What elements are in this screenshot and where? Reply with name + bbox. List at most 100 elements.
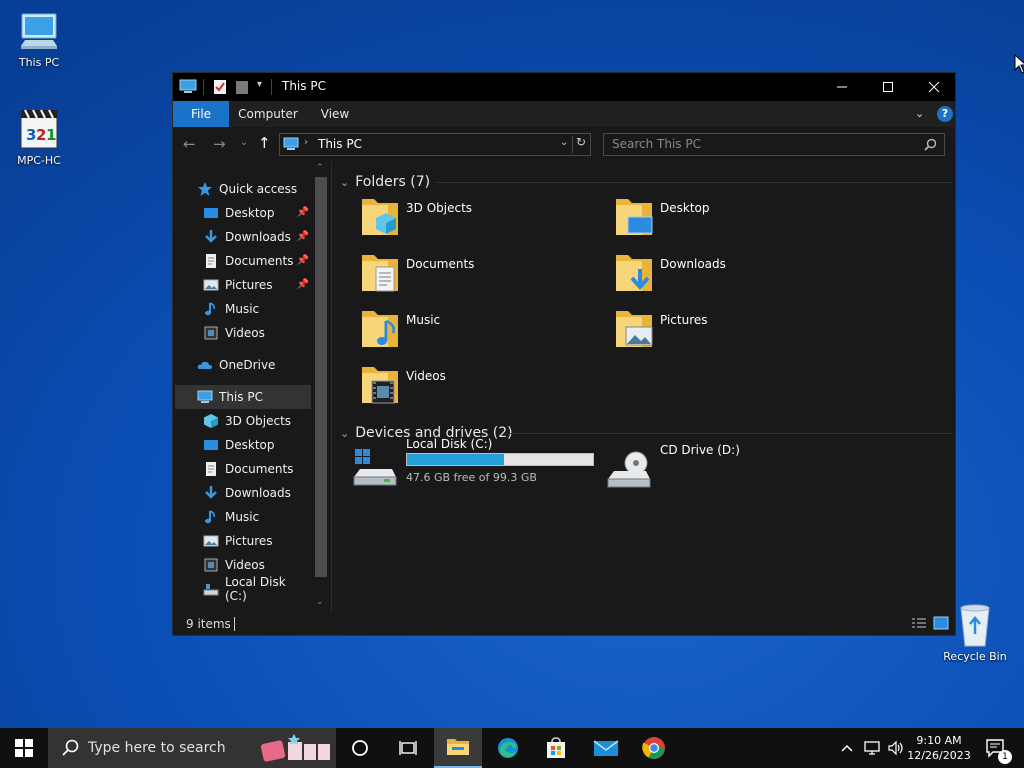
folders-group-header[interactable]: ⌄ Folders (7) [340, 171, 952, 193]
address-dropdown-icon[interactable]: ⌄ [560, 137, 568, 148]
nav-item-pictures-pc[interactable]: Pictures [203, 529, 311, 553]
nav-item-music[interactable]: Music [203, 297, 311, 321]
forward-button[interactable]: → [213, 135, 226, 153]
documents-icon [203, 253, 219, 269]
taskbar-mail[interactable] [582, 728, 630, 768]
drive-free-space: 47.6 GB free of 99.3 GB [406, 471, 537, 484]
folder-videos-icon [358, 363, 402, 407]
nav-item-videos[interactable]: Videos [203, 321, 311, 345]
back-button[interactable]: ← [183, 135, 196, 153]
nav-item-music-pc[interactable]: Music [203, 505, 311, 529]
tab-file[interactable]: File [173, 101, 229, 127]
drive-cd-d[interactable]: CD Drive (D:) [606, 443, 856, 499]
network-icon [864, 741, 880, 755]
breadcrumb-separator-icon: › [304, 137, 308, 148]
desktop-icon-mpc-hc[interactable]: 321 MPC-HC [2, 106, 76, 167]
nav-label: Videos [225, 558, 265, 572]
nav-item-documents[interactable]: Documents 📌 [203, 249, 311, 273]
music-icon [203, 301, 219, 317]
mouse-cursor [1014, 53, 1024, 77]
folder-name: 3D Objects [406, 201, 473, 215]
properties-icon[interactable] [213, 79, 227, 95]
drive-name: Local Disk (C:) [406, 437, 493, 451]
desktop-icon-this-pc[interactable]: This PC [2, 10, 76, 69]
folder-name: Videos [406, 369, 446, 383]
customize-quick-access-icon[interactable]: ▾ [257, 79, 262, 90]
drive-local-disk-c[interactable]: Local Disk (C:) 47.6 GB free of 99.3 GB [352, 437, 602, 499]
nav-item-desktop[interactable]: Desktop 📌 [203, 201, 311, 225]
help-icon[interactable]: ? [937, 106, 953, 122]
nav-item-desktop-pc[interactable]: Desktop [203, 433, 311, 457]
recent-locations-button[interactable]: ⌄ [240, 137, 248, 148]
large-icons-view-icon[interactable] [933, 616, 949, 630]
volume-button[interactable] [884, 728, 908, 768]
taskbar-store[interactable] [532, 728, 580, 768]
close-button[interactable] [911, 73, 957, 101]
folder-pictures[interactable]: Pictures [612, 307, 862, 359]
pin-icon: 📌 [296, 255, 309, 266]
nav-label: Quick access [219, 182, 298, 196]
scroll-up-icon[interactable]: ⌃ [316, 163, 324, 173]
start-button[interactable] [0, 728, 48, 768]
folder-3d-objects[interactable]: 3D Objects [358, 195, 608, 247]
store-icon [547, 737, 565, 758]
mail-icon [593, 740, 619, 756]
nav-scrollbar[interactable]: ⌃ ⌄ [312, 161, 330, 613]
show-hidden-icons-button[interactable] [836, 728, 858, 768]
folder-downloads-icon [612, 251, 656, 295]
folder-music[interactable]: Music [358, 307, 608, 359]
desktop-icon-label: This PC [18, 56, 60, 69]
address-bar[interactable]: › This PC ⌄ ↻ [279, 133, 591, 156]
action-center-button[interactable]: 1 [976, 728, 1016, 768]
item-count: 9 items [186, 617, 231, 631]
breadcrumb[interactable]: This PC [318, 137, 362, 151]
up-button[interactable]: ↑ [258, 134, 271, 152]
pin-icon: 📌 [296, 279, 309, 290]
nav-item-downloads[interactable]: Downloads 📌 [203, 225, 311, 249]
nav-item-pictures[interactable]: Pictures 📌 [203, 273, 311, 297]
expand-ribbon-icon[interactable]: ⌄ [915, 107, 924, 120]
nav-label: Documents [225, 254, 294, 268]
star-icon [197, 181, 213, 197]
tab-view[interactable]: View [309, 101, 361, 127]
nav-label: Desktop [225, 206, 275, 220]
status-bar: 9 items [173, 613, 955, 635]
nav-item-documents-pc[interactable]: Documents [203, 457, 311, 481]
folder-downloads[interactable]: Downloads [612, 251, 862, 303]
nav-item-downloads-pc[interactable]: Downloads [203, 481, 311, 505]
drive-usage-fill [407, 454, 504, 465]
scroll-thumb[interactable] [315, 177, 327, 577]
minimize-button[interactable] [819, 73, 865, 101]
details-view-icon[interactable] [911, 617, 927, 631]
task-view-button[interactable] [384, 728, 432, 768]
folder-desktop[interactable]: Desktop [612, 195, 862, 247]
nav-item-3d-objects[interactable]: 3D Objects [203, 409, 311, 433]
taskbar-file-explorer[interactable] [434, 728, 482, 768]
taskbar-edge[interactable] [484, 728, 532, 768]
cloud-icon [197, 357, 213, 373]
folder-name: Downloads [660, 257, 726, 271]
search-box[interactable]: Search This PC [603, 133, 945, 156]
network-button[interactable] [860, 728, 884, 768]
search-input[interactable]: Search This PC [612, 137, 701, 151]
taskbar-search-box[interactable]: Type here to search [48, 728, 336, 768]
tab-computer[interactable]: Computer [233, 101, 303, 127]
windows-drive-icon [352, 449, 398, 489]
cortana-button[interactable] [336, 728, 384, 768]
new-folder-icon[interactable] [235, 79, 249, 95]
nav-item-local-disk[interactable]: Local Disk (C:) [203, 575, 311, 603]
notification-count-badge: 1 [998, 750, 1012, 764]
clock[interactable]: 9:10 AM 12/26/2023 [907, 728, 971, 768]
maximize-button[interactable] [865, 73, 911, 101]
drive-name: CD Drive (D:) [660, 443, 740, 457]
refresh-icon[interactable]: ↻ [576, 135, 586, 149]
taskbar-search-placeholder: Type here to search [88, 740, 226, 756]
scroll-down-icon[interactable]: ⌄ [316, 597, 324, 607]
folder-documents[interactable]: Documents [358, 251, 608, 303]
nav-item-videos-pc[interactable]: Videos [203, 553, 311, 577]
folder-videos[interactable]: Videos [358, 363, 608, 415]
taskbar-chrome[interactable] [630, 728, 678, 768]
title-bar[interactable]: ▾ This PC [173, 73, 955, 101]
folder-name: Documents [406, 257, 475, 271]
clock-date: 12/26/2023 [907, 749, 971, 762]
